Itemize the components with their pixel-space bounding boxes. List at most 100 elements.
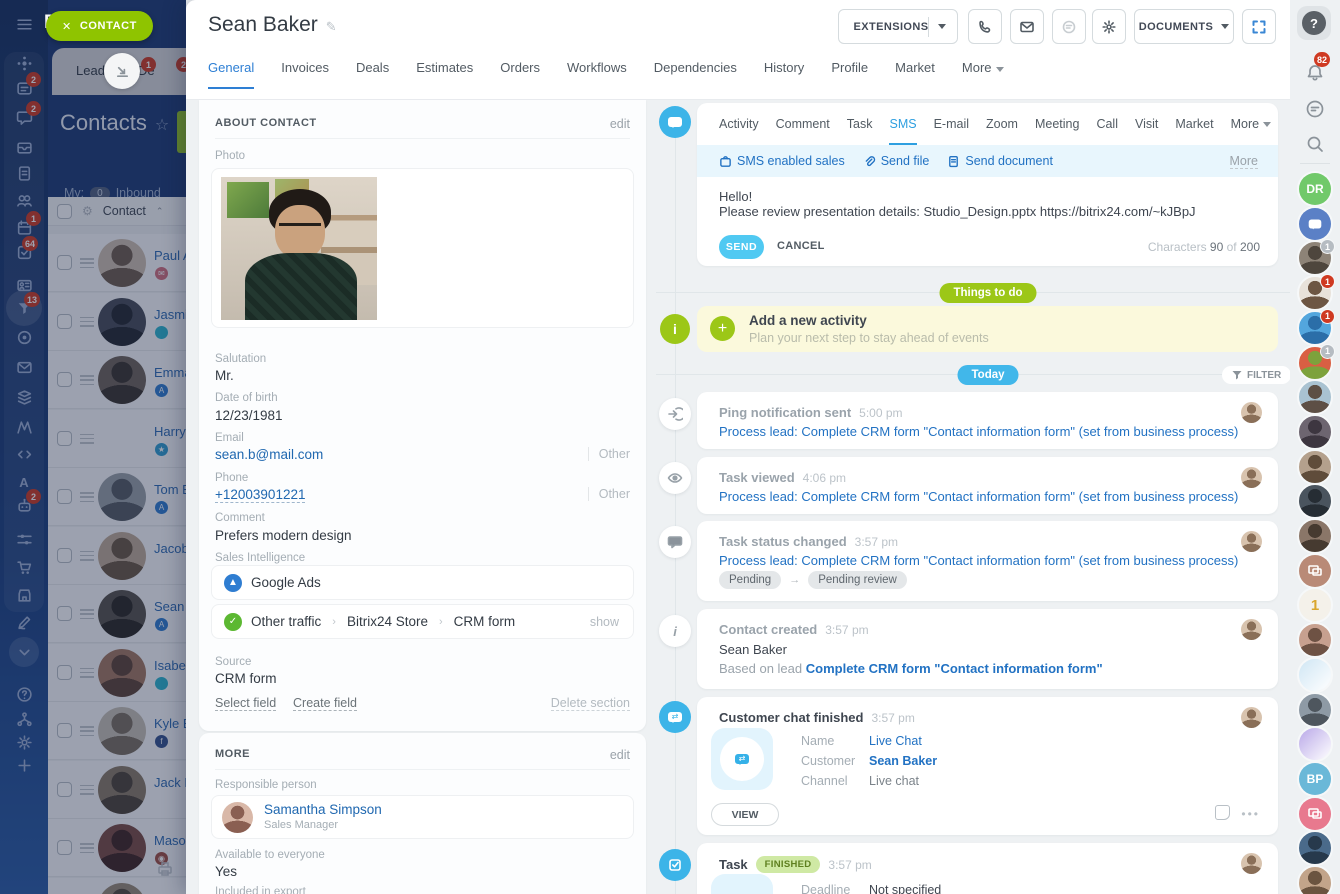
- tab-general[interactable]: General: [208, 60, 254, 89]
- rail-avatar[interactable]: [1297, 518, 1333, 554]
- tab-comment[interactable]: Comment: [776, 103, 830, 145]
- extensions-button[interactable]: EXTENSIONS: [838, 9, 958, 44]
- rail-avatar[interactable]: [1297, 830, 1333, 866]
- send-button[interactable]: SEND: [719, 235, 764, 259]
- phone-type[interactable]: Other: [588, 487, 630, 501]
- based-lead-link[interactable]: Complete CRM form "Contact information f…: [806, 661, 1103, 676]
- chat-list-icon[interactable]: [1302, 96, 1328, 122]
- tab-history[interactable]: History: [764, 60, 804, 89]
- rail-avatar[interactable]: 1: [1297, 587, 1333, 623]
- tab-market[interactable]: Market: [1175, 103, 1213, 145]
- rail-avatar[interactable]: [1297, 796, 1333, 832]
- tab-estimates[interactable]: Estimates: [416, 60, 473, 89]
- avatar-badge: 1: [1320, 239, 1335, 254]
- add-activity-banner[interactable]: + Add a new activity Plan your next step…: [697, 306, 1278, 352]
- collapse-slider-button[interactable]: [104, 53, 140, 89]
- rail-avatar[interactable]: [1297, 865, 1333, 894]
- settings-gear-button[interactable]: [1092, 9, 1126, 44]
- email-button[interactable]: [1010, 9, 1044, 44]
- tab-market[interactable]: Market: [895, 60, 935, 89]
- timeline-entry-ping[interactable]: Ping notification sent5:00 pm Process le…: [697, 392, 1278, 449]
- tab-activity[interactable]: Activity: [719, 103, 759, 145]
- select-field-link[interactable]: Select field: [215, 696, 276, 711]
- timeline-entry-chat-finished[interactable]: Customer chat finished3:57 pm ⇄ Name Liv…: [697, 697, 1278, 835]
- sms-enabled-sales-link[interactable]: SMS enabled sales: [719, 154, 845, 168]
- timeline-entry-contact-created[interactable]: Contact created3:57 pm Sean Baker Based …: [697, 609, 1278, 689]
- tab-call[interactable]: Call: [1096, 103, 1118, 145]
- send-document-link[interactable]: Send document: [947, 154, 1053, 168]
- rail-avatar[interactable]: 1: [1297, 240, 1333, 276]
- rail-avatar[interactable]: DR: [1297, 171, 1333, 207]
- help-button[interactable]: ?: [1297, 6, 1331, 40]
- contact-slider-pill[interactable]: ✕CONTACT: [46, 11, 153, 41]
- customer-link[interactable]: Sean Baker: [869, 754, 937, 768]
- tab-sms[interactable]: SMS: [889, 103, 916, 145]
- composer-chat-icon: [659, 106, 691, 138]
- avatar: [1241, 402, 1262, 423]
- tab-task[interactable]: Task: [847, 103, 873, 145]
- phone-value[interactable]: +12003901221: [215, 487, 305, 503]
- rail-avatar[interactable]: [1297, 483, 1333, 519]
- responsible-person-card[interactable]: Samantha Simpson Sales Manager: [211, 795, 634, 839]
- toolbar-more-link[interactable]: More: [1230, 154, 1258, 169]
- timeline-filter-button[interactable]: FILTER: [1222, 366, 1291, 384]
- delete-section-link[interactable]: Delete section: [551, 696, 630, 711]
- rail-avatar[interactable]: 1: [1297, 310, 1333, 346]
- rail-avatar[interactable]: 1: [1297, 345, 1333, 381]
- timeline-entry-status-changed[interactable]: Task status changed3:57 pm Process lead:…: [697, 521, 1278, 601]
- view-button[interactable]: VIEW: [711, 803, 779, 826]
- tab-more[interactable]: More: [1231, 103, 1271, 145]
- tab-zoom[interactable]: Zoom: [986, 103, 1018, 145]
- tab-visit[interactable]: Visit: [1135, 103, 1158, 145]
- tab-orders[interactable]: Orders: [500, 60, 540, 89]
- avatar-badge: 1: [1320, 274, 1335, 289]
- note-icon[interactable]: [1215, 805, 1230, 820]
- entry-link[interactable]: Process lead: Complete CRM form "Contact…: [719, 424, 1238, 439]
- create-field-link[interactable]: Create field: [293, 696, 357, 711]
- email-value[interactable]: sean.b@mail.com: [215, 447, 323, 462]
- tab-meeting[interactable]: Meeting: [1035, 103, 1079, 145]
- timeline-entry-task[interactable]: TaskFINISHED3:57 pm Deadline Not specifi…: [697, 843, 1278, 894]
- tab-workflows[interactable]: Workflows: [567, 60, 627, 89]
- rail-avatar[interactable]: [1297, 449, 1333, 485]
- tab-dependencies[interactable]: Dependencies: [654, 60, 737, 89]
- sms-message-text[interactable]: Hello!Please review presentation details…: [719, 189, 1196, 219]
- rail-avatar[interactable]: 1: [1297, 275, 1333, 311]
- rail-avatar[interactable]: [1297, 414, 1333, 450]
- edit-link[interactable]: edit: [610, 117, 630, 131]
- tab-invoices[interactable]: Invoices: [281, 60, 329, 89]
- si-google-ads-row[interactable]: ▲ Google Ads: [211, 565, 634, 600]
- si-traffic-row[interactable]: ✓ Other traffic› Bitrix24 Store› CRM for…: [211, 604, 634, 639]
- rail-avatar[interactable]: BP: [1297, 761, 1333, 797]
- rail-avatar[interactable]: [1297, 553, 1333, 589]
- timeline-entry-task-viewed[interactable]: Task viewed4:06 pm Process lead: Complet…: [697, 457, 1278, 514]
- email-type[interactable]: Other: [588, 447, 630, 461]
- show-link[interactable]: show: [590, 615, 619, 629]
- rail-avatar[interactable]: [1297, 726, 1333, 762]
- entry-link[interactable]: Process lead: Complete CRM form "Contact…: [719, 489, 1238, 504]
- send-file-link[interactable]: Send file: [863, 154, 930, 168]
- edit-link[interactable]: edit: [610, 748, 630, 762]
- rail-avatar[interactable]: [1297, 692, 1333, 728]
- call-button[interactable]: [968, 9, 1002, 44]
- contact-photo[interactable]: [221, 177, 377, 320]
- entry-link[interactable]: Process lead: Complete CRM form "Contact…: [719, 553, 1238, 568]
- responsible-name[interactable]: Samantha Simpson: [264, 802, 382, 817]
- search-icon[interactable]: [1302, 131, 1328, 157]
- expand-button[interactable]: [1242, 9, 1276, 44]
- close-icon[interactable]: ✕: [62, 20, 72, 33]
- rail-avatar[interactable]: [1297, 657, 1333, 693]
- tab-profile[interactable]: Profile: [831, 60, 868, 89]
- cancel-button[interactable]: CANCEL: [777, 240, 825, 252]
- rail-avatar[interactable]: [1297, 379, 1333, 415]
- documents-button[interactable]: DOCUMENTS: [1134, 9, 1234, 44]
- livechat-link[interactable]: Live Chat: [869, 734, 922, 748]
- tab-more[interactable]: More: [962, 60, 1004, 89]
- tab-deals[interactable]: Deals: [356, 60, 389, 89]
- edit-title-icon[interactable]: ✎: [326, 19, 337, 34]
- rail-avatar[interactable]: [1297, 206, 1333, 242]
- tab-email[interactable]: E-mail: [934, 103, 969, 145]
- more-actions-icon[interactable]: •••: [1241, 807, 1260, 821]
- crumb-bitrix-store: Bitrix24 Store: [347, 614, 428, 629]
- rail-avatar[interactable]: [1297, 622, 1333, 658]
